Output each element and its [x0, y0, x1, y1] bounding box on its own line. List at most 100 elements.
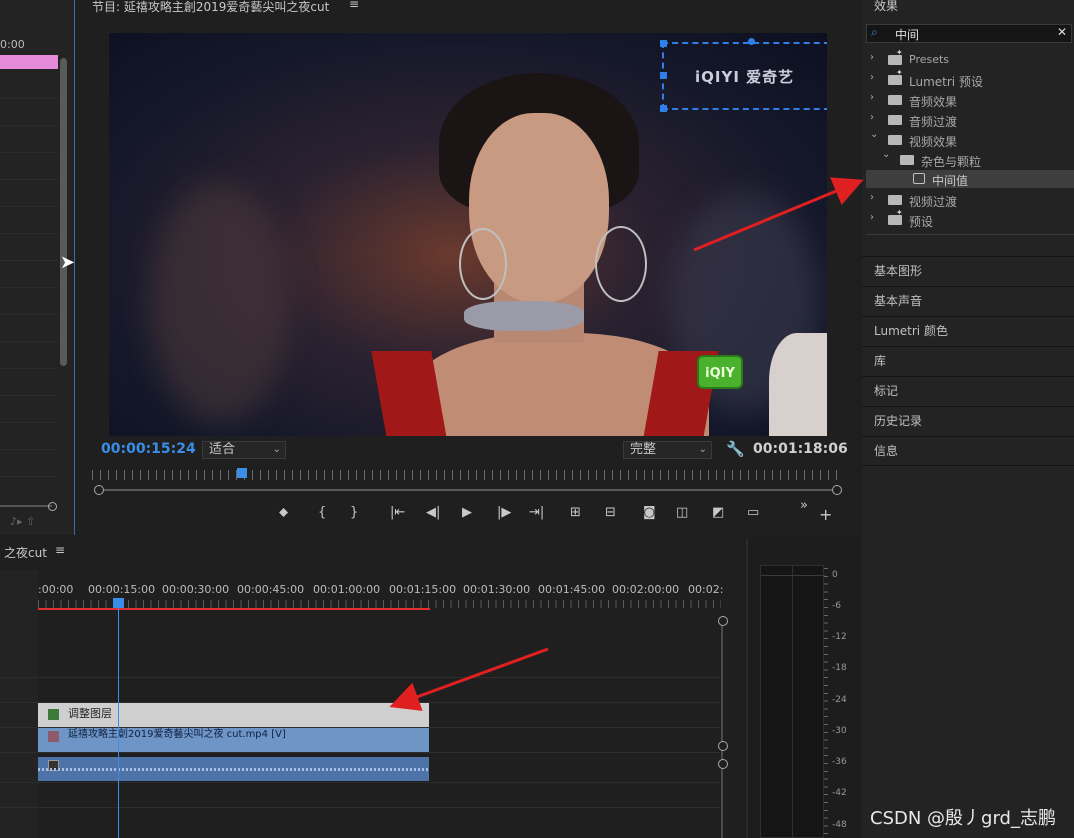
- choker-necklace: [464, 301, 584, 331]
- db-label: -12: [832, 632, 847, 642]
- audio-clip[interactable]: [38, 757, 429, 781]
- iqiyi-green-logo: iQIY: [697, 355, 743, 389]
- chevron-right-icon[interactable]: ›: [870, 212, 874, 223]
- source-horizontal-scrollbar[interactable]: [0, 505, 52, 507]
- panel-libraries[interactable]: 库: [862, 346, 1074, 376]
- panel-markers[interactable]: 标记: [862, 376, 1074, 406]
- chevron-right-icon[interactable]: ›: [870, 192, 874, 203]
- track-divider: [0, 677, 720, 678]
- time-label: 00:02:: [688, 583, 724, 596]
- source-scroll-handle[interactable]: [48, 502, 57, 511]
- track-headers: [0, 570, 38, 838]
- tree-item-presets[interactable]: › Presets: [868, 48, 1068, 70]
- add-marker-button[interactable]: ⬥: [279, 505, 288, 520]
- export-frame-button[interactable]: ◙: [643, 505, 656, 520]
- video-clip[interactable]: 延禧攻略主創2019爱奇藝尖叫之夜 cut.mp4 [V]: [38, 728, 429, 752]
- work-area-bar[interactable]: [38, 608, 430, 610]
- tree-item-noise-grain[interactable]: ⌄ 杂色与颗粒: [868, 149, 1068, 170]
- video-clip-label: 延禧攻略主創2019爱奇藝尖叫之夜 cut.mp4 [V]: [68, 729, 286, 740]
- button-editor-add[interactable]: +: [819, 505, 832, 524]
- audio-waveform: [38, 768, 429, 771]
- effects-search-field[interactable]: ⌕ 中间 ✕: [866, 24, 1072, 43]
- scroll-handle[interactable]: [718, 616, 728, 626]
- scroll-handle-left[interactable]: [94, 485, 104, 495]
- extract-button[interactable]: ⊟: [605, 505, 616, 520]
- folder-icon: [888, 135, 902, 145]
- panel-essential-sound[interactable]: 基本声音: [862, 286, 1074, 316]
- timeline-ruler[interactable]: [38, 600, 721, 608]
- playhead-timecode[interactable]: 00:00:15:24: [101, 441, 196, 457]
- timeline-playhead-handle[interactable]: [113, 598, 124, 608]
- source-vertical-scrollbar[interactable]: [60, 58, 67, 366]
- step-forward-button[interactable]: |▶: [497, 505, 511, 520]
- chevron-right-icon[interactable]: ›: [870, 72, 874, 83]
- tree-item-label: 音频过渡: [909, 115, 958, 129]
- tree-item-label: Lumetri 预设: [909, 75, 983, 89]
- playback-resolution-dropdown[interactable]: 完整 ⌄: [623, 441, 712, 459]
- audio-meter-panel: 0 -6 -12 -18 -24 -30 -36 -42 -48: [746, 538, 858, 838]
- panel-history[interactable]: 历史记录: [862, 406, 1074, 436]
- tree-item-video-transitions[interactable]: › 视频过渡: [868, 190, 1068, 210]
- scroll-handle[interactable]: [718, 741, 728, 751]
- zoom-fit-dropdown[interactable]: 适合 ⌄: [202, 441, 286, 459]
- scroll-handle[interactable]: [718, 759, 728, 769]
- hoop-earring: [459, 228, 507, 300]
- tree-item-video-effects[interactable]: ⌄ 视频效果: [868, 129, 1068, 150]
- go-to-in-button[interactable]: |⇤: [390, 505, 405, 520]
- time-label: 00:00:15:00: [88, 583, 156, 596]
- db-label: -24: [832, 695, 847, 705]
- zoom-fit-value: 适合: [209, 442, 236, 457]
- chevron-right-icon[interactable]: ›: [870, 52, 874, 63]
- audio-meter-channels: [760, 565, 825, 838]
- more-controls-button[interactable]: »: [800, 498, 808, 513]
- clear-search-icon[interactable]: ✕: [1057, 25, 1067, 39]
- iqiyi-watermark-logo: iQIYI 爱奇艺: [695, 68, 795, 86]
- tree-item-audio-transitions[interactable]: › 音频过渡: [868, 110, 1068, 130]
- scroll-handle-right[interactable]: [832, 485, 842, 495]
- preset-folder-icon: [888, 208, 903, 225]
- program-monitor-menu-icon[interactable]: ≡: [349, 0, 359, 11]
- monitor-time-ruler[interactable]: [92, 470, 839, 480]
- panel-info[interactable]: 信息: [862, 436, 1074, 466]
- chevron-right-icon[interactable]: ›: [870, 112, 874, 123]
- tree-item-lumetri-presets[interactable]: › Lumetri 预设: [868, 68, 1068, 90]
- mark-out-button[interactable]: }: [350, 505, 358, 520]
- monitor-zoom-scrollbar[interactable]: [94, 485, 842, 495]
- timeline-sequence-tab[interactable]: 之夜cut: [4, 544, 47, 561]
- lift-button[interactable]: ⊞: [570, 505, 581, 520]
- source-footer-icons[interactable]: ♪▸ ⇧: [10, 515, 35, 528]
- search-icon: ⌕: [871, 25, 878, 39]
- wrench-icon[interactable]: 🔧: [726, 440, 745, 458]
- tree-item-median[interactable]: 中间值: [868, 169, 1068, 189]
- time-label: 00:01:15:00: [389, 583, 457, 596]
- chevron-down-icon[interactable]: ⌄: [870, 129, 878, 140]
- timeline-playhead-line[interactable]: [118, 608, 119, 838]
- panel-essential-graphics[interactable]: 基本图形: [862, 256, 1074, 286]
- program-monitor-title[interactable]: 节目: 延禧攻略主創2019爱奇藝尖叫之夜cut: [92, 0, 329, 15]
- tree-item-audio-effects[interactable]: › 音频效果: [868, 90, 1068, 110]
- tree-item-presets-cn[interactable]: › 预设: [868, 208, 1068, 230]
- go-to-out-button[interactable]: ⇥|: [529, 505, 544, 520]
- video-preview[interactable]: iQIYI 爱奇艺 iQIY: [109, 33, 827, 436]
- effects-panel-title[interactable]: 效果: [874, 0, 898, 14]
- effects-panel: 效果 ⌕ 中间 ✕ › Presets › Lumetri 预设 › 音频效果 …: [862, 0, 1074, 838]
- monitor-playhead[interactable]: [237, 468, 247, 478]
- time-label: :00:00: [38, 583, 74, 596]
- panel-lumetri-color[interactable]: Lumetri 颜色: [862, 316, 1074, 346]
- track-divider: [0, 752, 720, 753]
- effect-icon: [913, 173, 925, 184]
- chevron-down-icon[interactable]: ⌄: [882, 149, 890, 160]
- adjustment-layer-clip[interactable]: 调整图层: [38, 703, 429, 727]
- mark-in-button[interactable]: {: [318, 505, 326, 520]
- safe-margins-button[interactable]: ▭: [747, 505, 759, 520]
- timeline-menu-icon[interactable]: ≡: [55, 543, 65, 557]
- timeline-vertical-scrollbar[interactable]: [721, 618, 723, 838]
- step-back-button[interactable]: ◀|: [426, 505, 440, 520]
- program-monitor: 节目: 延禧攻略主創2019爱奇藝尖叫之夜cut ≡ iQIYI 爱奇艺 iQI…: [76, 0, 858, 535]
- source-clip-bar[interactable]: [0, 55, 58, 69]
- tree-item-label: 音频效果: [909, 95, 958, 109]
- vr-video-button[interactable]: ◩: [712, 505, 724, 520]
- chevron-right-icon[interactable]: ›: [870, 92, 874, 103]
- play-button[interactable]: ▶: [462, 505, 472, 520]
- comparison-view-button[interactable]: ◫: [676, 505, 688, 520]
